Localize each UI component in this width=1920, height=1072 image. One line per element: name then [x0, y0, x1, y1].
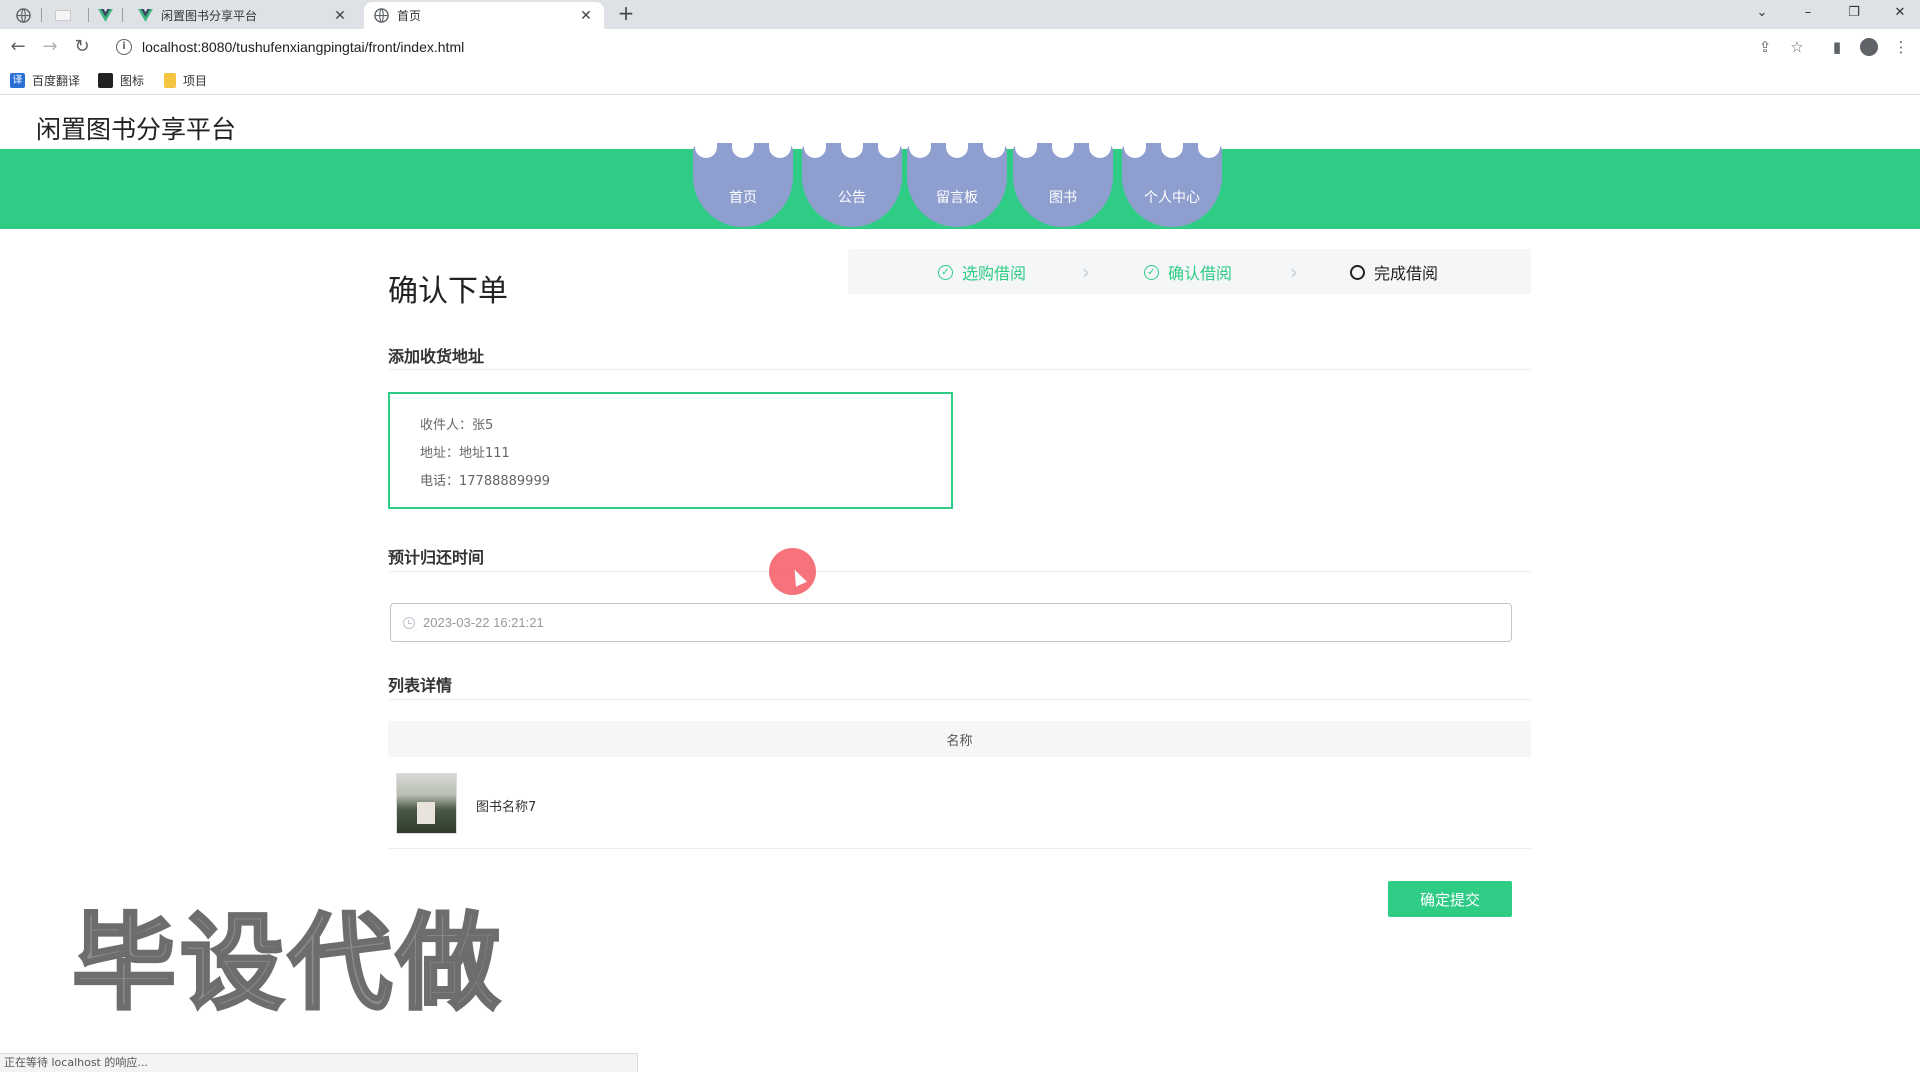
step-complete: 完成借阅 [1350, 262, 1439, 283]
url-text: localhost:8080/tushufenxiangpingtai/fron… [142, 39, 465, 55]
restore-button[interactable]: ❐ [1834, 2, 1874, 24]
return-time-input[interactable]: 2023-03-22 16:21:21 [390, 603, 1512, 642]
bookmark-icons[interactable]: 图标 [98, 71, 144, 89]
divider [388, 369, 1531, 370]
step-confirm: ✓ 确认借阅 [1144, 262, 1233, 283]
check-circle-icon: ✓ [1144, 264, 1159, 280]
globe-icon[interactable] [12, 4, 34, 26]
browser-toolbar: ← → ↻ i localhost:8080/tushufenxiangping… [0, 29, 1920, 65]
folder-icon [164, 72, 176, 88]
vue-icon [138, 9, 153, 22]
page-title: 确认下单 [388, 274, 508, 309]
book-name: 图书名称7 [476, 800, 537, 815]
address-card[interactable]: 收件人：张5 地址：地址111 电话：17788889999 [388, 392, 953, 509]
browser-tabstrip: 闲置图书分享平台 ✕ 首页 ✕ + ⌄ – ❐ ✕ [0, 0, 1920, 29]
divider [388, 699, 1531, 700]
bookmark-translate[interactable]: 译 百度翻译 [10, 71, 80, 89]
step-label: 完成借阅 [1374, 264, 1439, 283]
recipient-text: 收件人：张5 [420, 418, 494, 433]
tab-platform[interactable]: 闲置图书分享平台 ✕ [128, 2, 358, 29]
column-header-name: 名称 [946, 733, 973, 749]
side-panel-icon[interactable]: ▮ [1828, 38, 1846, 56]
new-tab-button[interactable]: + [614, 2, 638, 26]
phone-text: 电话：17788889999 [420, 474, 550, 489]
tab-search-icon[interactable]: ⌄ [1742, 2, 1782, 24]
divider [388, 571, 1531, 572]
profile-icon[interactable] [1860, 38, 1878, 56]
step-label: 确认借阅 [1168, 264, 1233, 283]
step-label: 选购借阅 [962, 264, 1027, 283]
chevron-right-icon: › [1290, 260, 1298, 284]
reload-icon[interactable]: ↻ [70, 35, 94, 59]
address-section-title: 添加收货地址 [388, 347, 485, 366]
check-circle-icon: ✓ [938, 264, 953, 280]
table-row: 图书名称7 [388, 765, 1531, 849]
close-window-button[interactable]: ✕ [1880, 2, 1920, 24]
translate-icon: 译 [10, 72, 25, 88]
tab-title: 首页 [397, 9, 422, 23]
bookmarks-bar: 译 百度翻译 图标 项目 [0, 65, 1920, 95]
share-icon[interactable]: ⇪ [1756, 38, 1774, 56]
return-time-value: 2023-03-22 16:21:21 [423, 615, 544, 630]
bookmark-label: 图标 [120, 73, 145, 88]
step-select: ✓ 选购借阅 [938, 262, 1027, 283]
blank-tab-icon[interactable] [50, 4, 76, 26]
forward-icon[interactable]: → [38, 35, 62, 59]
order-steps: ✓ 选购借阅 › ✓ 确认借阅 › 完成借阅 [848, 249, 1531, 294]
watermark: 毕设代做 [70, 901, 505, 1026]
address-bar[interactable]: i localhost:8080/tushufenxiangpingtai/fr… [104, 32, 1804, 62]
bookmark-project[interactable]: 项目 [164, 71, 207, 89]
tab-home[interactable]: 首页 ✕ [364, 2, 604, 29]
submit-button[interactable]: 确定提交 [1388, 881, 1512, 917]
star-icon[interactable]: ☆ [1788, 38, 1806, 56]
tab-title: 闲置图书分享平台 [161, 9, 258, 23]
menu-icon[interactable]: ⋮ [1892, 38, 1910, 56]
image-icon [98, 72, 113, 88]
bookmark-label: 项目 [183, 73, 208, 88]
back-icon[interactable]: ← [6, 35, 30, 59]
minimize-button[interactable]: – [1788, 2, 1828, 24]
status-bar: 正在等待 localhost 的响应... [0, 1053, 638, 1072]
return-time-section-title: 预计归还时间 [388, 548, 485, 567]
circle-icon [1350, 264, 1365, 280]
close-icon[interactable]: ✕ [332, 8, 348, 24]
list-section-title: 列表详情 [388, 676, 453, 695]
clock-icon [403, 616, 415, 629]
table-header: 名称 [388, 721, 1531, 757]
bookmark-label: 百度翻译 [32, 73, 81, 88]
globe-icon [374, 8, 389, 23]
chevron-right-icon: › [1082, 260, 1090, 284]
info-icon[interactable]: i [116, 39, 132, 55]
site-title: 闲置图书分享平台 [36, 115, 237, 144]
close-icon[interactable]: ✕ [578, 8, 594, 24]
vue-icon[interactable] [94, 4, 116, 26]
book-cover-image [396, 773, 457, 834]
address-text: 地址：地址111 [420, 446, 510, 461]
